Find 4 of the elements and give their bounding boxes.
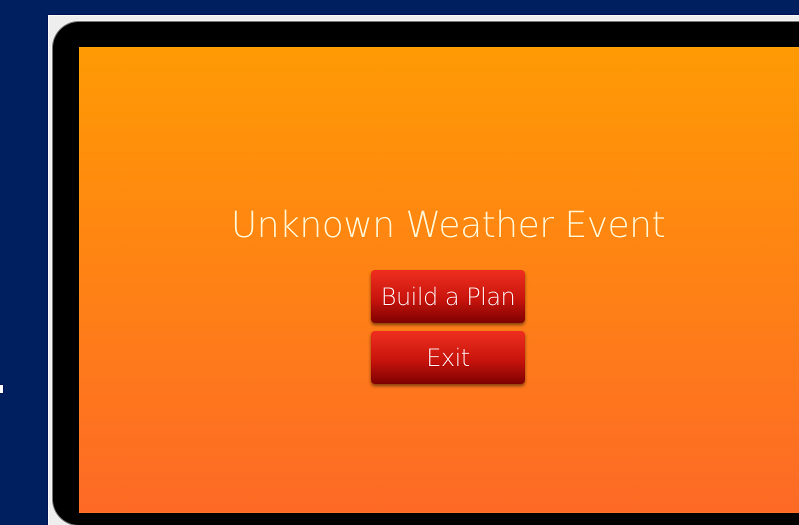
menu-button[interactable]: Exit — [371, 331, 525, 384]
dash-mark — [0, 385, 3, 393]
screen-title: Unknown Weather Event — [230, 205, 666, 246]
menu-button[interactable]: Build a Plan — [371, 270, 525, 323]
